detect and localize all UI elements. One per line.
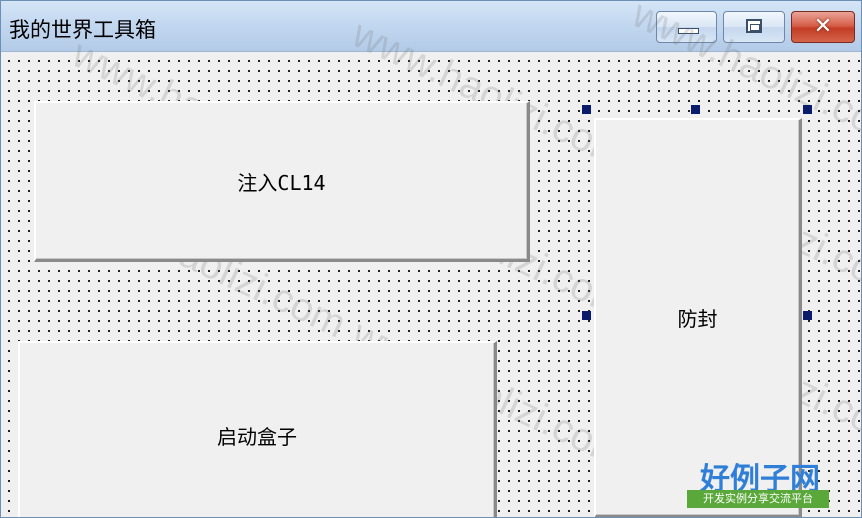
launch-box-button[interactable]: 启动盒子: [18, 341, 497, 517]
selection-handle[interactable]: [803, 311, 812, 320]
site-logo: 好例子网 开发实例分享交流平台: [687, 454, 833, 514]
inject-cl14-button[interactable]: 注入CL14: [34, 101, 530, 262]
selection-handle[interactable]: [582, 311, 591, 320]
selection-handle[interactable]: [691, 105, 700, 114]
selection-handle[interactable]: [582, 105, 591, 114]
inject-cl14-label: 注入CL14: [237, 170, 326, 195]
app-window: 我的世界工具箱 ✕ www.haolizi.com www.haolizi.co…: [0, 0, 862, 518]
close-button[interactable]: ✕: [791, 11, 855, 43]
logo-sub-text: 开发实例分享交流平台: [687, 490, 829, 508]
close-icon: ✕: [813, 14, 833, 39]
selection-handle[interactable]: [803, 105, 812, 114]
anti-ban-label: 防封: [677, 307, 718, 331]
launch-box-label: 启动盒子: [217, 425, 297, 449]
form-design-surface: www.haolizi.com www.haolizi.com www.haol…: [1, 1, 861, 517]
maximize-icon: [746, 19, 762, 33]
